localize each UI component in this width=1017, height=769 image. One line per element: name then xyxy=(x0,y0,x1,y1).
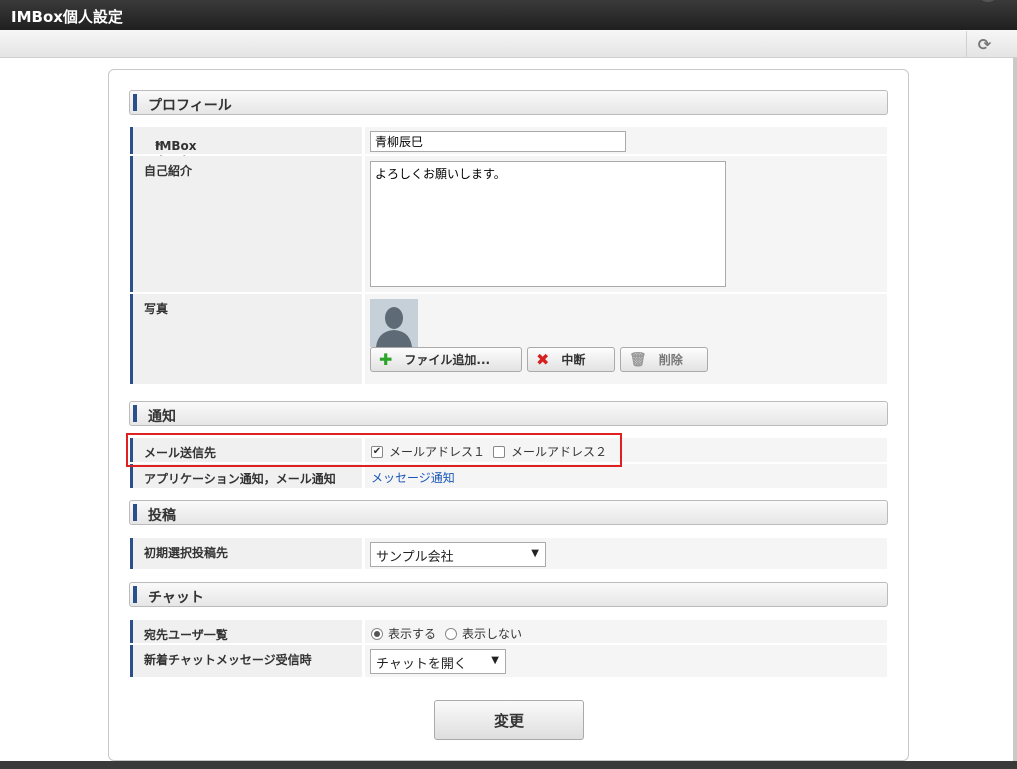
message-notification-link[interactable]: メッセージ通知 xyxy=(371,469,455,486)
submit-button[interactable]: 変更 xyxy=(434,700,584,740)
new-chat-message-label: 新着チャットメッセージ受信時 xyxy=(144,653,312,667)
hide-radio[interactable]: 表示しない xyxy=(445,625,522,642)
avatar xyxy=(370,299,418,347)
checkbox-unchecked-icon xyxy=(493,445,505,458)
radio-unselected-icon xyxy=(445,627,457,640)
photo-label: 写真 xyxy=(144,302,169,316)
self-intro-label: 自己紹介 xyxy=(144,164,193,178)
recipient-list-label: 宛先ユーザ一覧 xyxy=(144,628,228,642)
row-new-chat-message: 新着チャットメッセージ受信時 チャットを開く ▼ xyxy=(130,645,887,677)
row-recipient-list: 宛先ユーザ一覧 表示する 表示しない xyxy=(130,620,887,643)
row-default-post-target: 初期選択投稿先 サンプル会社 ▼ xyxy=(130,538,887,569)
self-intro-textarea[interactable]: よろしくお願いします。 xyxy=(370,161,726,287)
trash-icon: 🗑 xyxy=(629,351,647,368)
section-post: 投稿 xyxy=(129,500,888,525)
avatar-placeholder-icon xyxy=(370,299,418,347)
checkbox-checked-icon: ✔ xyxy=(371,445,383,458)
refresh-button[interactable]: ⟳ xyxy=(966,31,1002,57)
radio-selected-icon xyxy=(371,627,383,640)
window-corner-decoration xyxy=(977,0,999,2)
section-profile-title: プロフィール xyxy=(148,98,232,114)
caret-down-icon: ▼ xyxy=(531,548,539,559)
required-mark: * xyxy=(155,139,162,153)
row-mail-destination: メール送信先 ✔ メールアドレス１ メールアドレス２ xyxy=(130,438,887,462)
mail-destination-label: メール送信先 xyxy=(144,446,217,460)
section-chat: チャット xyxy=(129,582,888,607)
scrollbar-track[interactable] xyxy=(1013,58,1017,761)
row-self-intro: 自己紹介 よろしくお願いします。 xyxy=(130,156,887,292)
section-post-title: 投稿 xyxy=(148,508,176,524)
section-profile: プロフィール xyxy=(129,90,888,115)
row-photo: 写真 ✚ ファイル追加... ✖ 中断 🗑 削除 xyxy=(130,294,887,384)
add-file-button[interactable]: ✚ ファイル追加... xyxy=(370,347,522,372)
caret-down-icon: ▼ xyxy=(491,655,499,666)
default-post-target-select[interactable]: サンプル会社 ▼ xyxy=(370,542,546,567)
app-notification-label: アプリケーション通知，メール通知 xyxy=(144,472,336,486)
refresh-icon: ⟳ xyxy=(977,34,992,54)
row-app-notification: アプリケーション通知，メール通知 メッセージ通知 xyxy=(130,464,887,488)
row-display-name: IMBox表示名* xyxy=(130,127,887,169)
mail-address-2-checkbox[interactable]: メールアドレス２ xyxy=(493,443,607,460)
new-chat-message-select[interactable]: チャットを開く ▼ xyxy=(370,649,506,674)
section-chat-title: チャット xyxy=(148,590,204,606)
show-radio[interactable]: 表示する xyxy=(371,625,436,642)
toolbar: ⟳ xyxy=(0,30,1017,58)
section-notification: 通知 xyxy=(129,401,888,426)
window-title: IMBox個人設定 xyxy=(11,8,123,26)
default-post-target-label: 初期選択投稿先 xyxy=(144,546,229,560)
window-titlebar: IMBox個人設定 xyxy=(0,0,1017,30)
delete-button[interactable]: 🗑 削除 xyxy=(620,347,708,372)
plus-icon: ✚ xyxy=(379,350,393,369)
cancel-button[interactable]: ✖ 中断 xyxy=(527,347,615,372)
section-notification-title: 通知 xyxy=(148,409,176,425)
window-bottom-bar xyxy=(0,761,1017,769)
mail-address-1-checkbox[interactable]: ✔ メールアドレス１ xyxy=(371,443,485,460)
display-name-input[interactable] xyxy=(370,131,626,152)
close-icon: ✖ xyxy=(536,350,550,369)
